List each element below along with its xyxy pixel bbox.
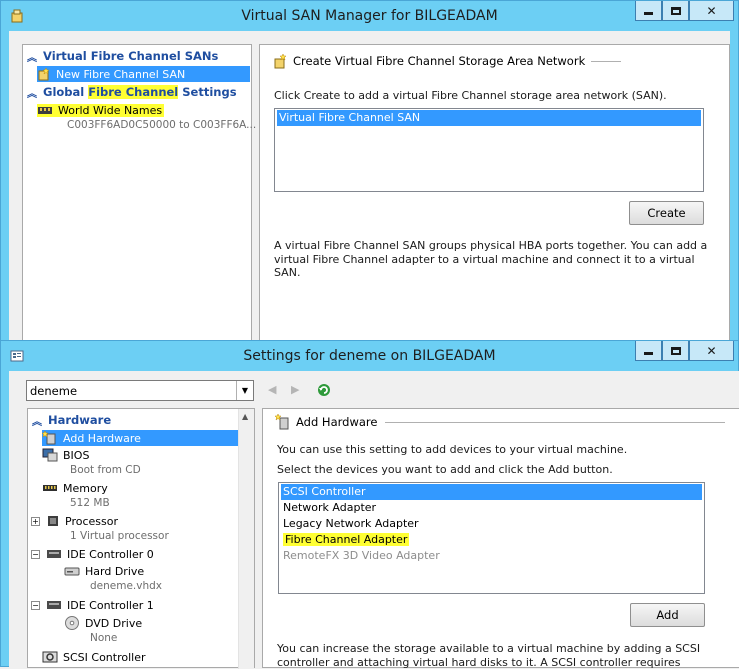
processor-detail: 1 Virtual processor [70,530,169,542]
san-manager-caption-buttons: ✕ [635,1,734,22]
tree-item-scsi-controller[interactable]: SCSI Controller [42,649,146,665]
minimize-button[interactable] [635,1,662,21]
processor-icon [48,516,58,526]
bios-detail: Boot from CD [70,464,141,476]
san-list[interactable]: Virtual Fibre Channel SAN [274,108,704,192]
settings-client: deneme ▼ ◀ ▶ ▲ ︽ Hardware Add Hardware BI… [9,371,739,669]
maximize-icon [670,6,681,15]
device-item-fibre-channel-adapter[interactable]: Fibre Channel Adapter [281,532,702,548]
category-global-fc-settings[interactable]: ︽ Global Fibre Channel Settings [27,84,237,100]
create-san-instruction: Click Create to add a virtual Fibre Chan… [274,89,667,102]
scroll-up-arrow-icon[interactable]: ▲ [242,412,248,421]
settings-title: Settings for deneme on BILGEADAM [243,348,496,364]
close-button[interactable]: ✕ [689,1,734,21]
maximize-icon [670,346,681,355]
group-title-rule [385,421,726,423]
minimize-icon [644,12,653,15]
minimize-button[interactable] [635,341,662,361]
device-item-network-adapter[interactable]: Network Adapter [281,500,702,516]
ide-controller-icon [47,550,61,558]
group-title-rule [591,60,622,62]
san-tree-panel[interactable]: ︽ Virtual Fibre Channel SANs New Fibre Ch… [22,44,256,347]
dvd-detail: None [90,632,118,644]
expand-icon[interactable]: + [31,516,40,526]
device-item-remotefx-3d-video-adapter: RemoteFX 3D Video Adapter [283,549,440,562]
collapse-icon[interactable]: − [31,600,40,610]
tree-item-hard-drive[interactable]: Hard Drive [64,563,144,579]
hardware-tree-panel[interactable]: ▲ ︽ Hardware Add Hardware BIOS Boot from … [27,408,255,669]
device-list[interactable]: SCSI Controller Network Adapter Legacy N… [278,482,705,594]
san-manager-client: ︽ Virtual Fibre Channel SANs New Fibre Ch… [9,31,730,347]
collapse-chevron-icon: ︽ [27,88,37,100]
san-manager-titlebar[interactable]: Virtual SAN Manager for BILGEADAM ✕ [1,1,738,31]
bios-icon [42,448,58,462]
category-hardware[interactable]: ︽ Hardware [32,412,111,428]
create-button[interactable]: Create [629,201,704,225]
settings-window: Settings for deneme on BILGEADAM ✕ denem… [0,340,739,669]
collapse-chevron-icon: ︽ [32,416,42,428]
tree-item-processor[interactable]: + Processor [31,513,118,529]
add-hardware-panel: Add Hardware You can use this setting to… [262,408,739,669]
tree-scrollbar[interactable]: ▲ [238,409,254,669]
san-detail-panel: Create Virtual Fibre Channel Storage Are… [259,44,730,347]
san-description: A virtual Fibre Channel SAN groups physi… [274,239,708,279]
refresh-icon[interactable] [316,382,332,398]
dvd-icon [65,616,79,630]
san-manager-window: Virtual SAN Manager for BILGEADAM ✕ ︽ Vir… [0,0,739,347]
memory-icon [43,485,57,491]
device-item-scsi-controller[interactable]: SCSI Controller [281,484,702,500]
collapse-chevron-icon: ︽ [27,52,37,64]
category-virtual-fc-sans[interactable]: ︽ Virtual Fibre Channel SANs [27,48,218,64]
back-arrow-icon[interactable]: ◀ [268,383,276,396]
create-san-group-title: Create Virtual Fibre Channel Storage Are… [272,53,622,69]
vm-select[interactable]: deneme ▼ [26,380,254,401]
close-icon: ✕ [706,3,717,18]
tree-item-world-wide-names[interactable]: World Wide Names [37,102,165,118]
tree-item-memory[interactable]: Memory [42,480,108,496]
tree-item-dvd-drive[interactable]: DVD Drive [64,615,142,631]
device-item-legacy-network-adapter[interactable]: Legacy Network Adapter [281,516,702,532]
hard-drive-icon [64,567,80,576]
forward-arrow-icon[interactable]: ▶ [291,383,299,396]
settings-titlebar[interactable]: Settings for deneme on BILGEADAM ✕ [1,341,738,371]
dropdown-arrow-icon: ▼ [236,381,253,400]
tree-item-add-hardware[interactable]: Add Hardware [42,430,238,446]
wwn-icon [38,107,52,114]
ide-controller-icon [47,601,61,609]
wwn-highlight: World Wide Names [37,103,165,117]
tree-item-ide-controller-0[interactable]: − IDE Controller 0 [31,546,154,562]
scsi-controller-icon [42,651,58,663]
add-hardware-icon [42,431,56,445]
tree-item-ide-controller-1[interactable]: − IDE Controller 1 [31,597,154,613]
create-san-icon [274,53,287,69]
tree-item-bios[interactable]: BIOS [42,447,89,463]
maximize-button[interactable] [662,1,689,21]
add-hardware-icon [275,414,289,430]
add-hardware-description: You can increase the storage available t… [277,642,701,669]
tree-item-new-fc-san[interactable]: New Fibre Channel SAN [37,66,250,82]
new-san-icon [38,67,50,81]
san-manager-title: Virtual SAN Manager for BILGEADAM [241,8,498,24]
add-button[interactable]: Add [630,603,705,627]
maximize-button[interactable] [662,341,689,361]
minimize-icon [644,352,653,355]
memory-detail: 512 MB [70,497,110,509]
wwn-range: C003FF6AD0C50000 to C003FF6A... [67,119,257,131]
close-button[interactable]: ✕ [689,341,734,361]
close-icon: ✕ [706,343,717,358]
list-item-virtual-fc-san[interactable]: Virtual Fibre Channel SAN [277,110,701,126]
add-hardware-line2: Select the devices you want to add and c… [277,463,613,476]
hard-drive-detail: deneme.vhdx [90,580,163,592]
add-hardware-group-title: Add Hardware [275,414,726,430]
settings-caption-buttons: ✕ [635,341,734,362]
collapse-icon[interactable]: − [31,549,40,559]
add-hardware-line1: You can use this setting to add devices … [277,443,628,456]
